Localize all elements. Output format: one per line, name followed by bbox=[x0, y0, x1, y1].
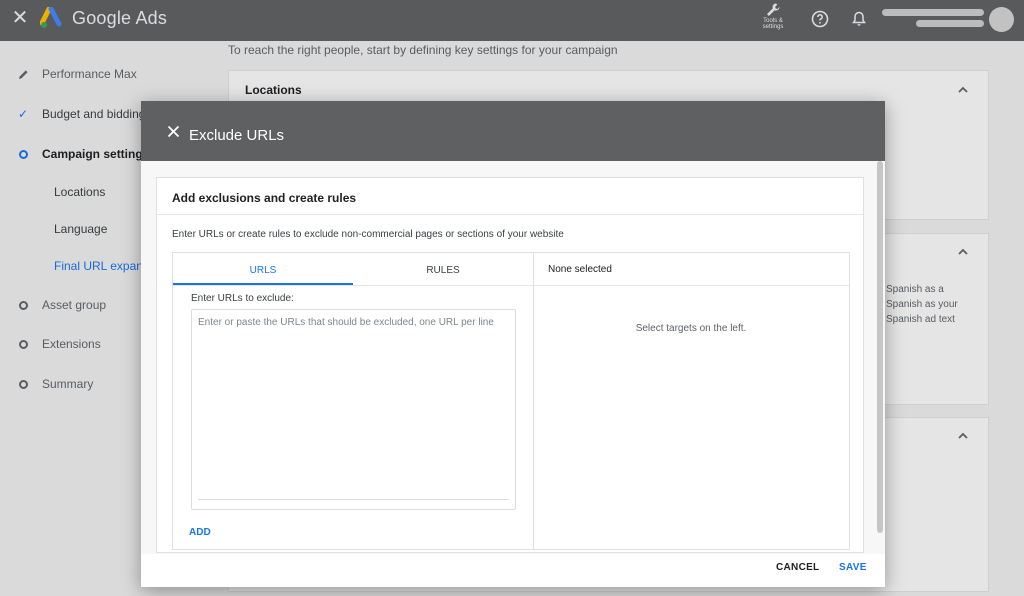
tab-urls[interactable]: URLS bbox=[173, 253, 353, 285]
url-textarea[interactable] bbox=[191, 309, 516, 510]
dialog-title: Exclude URLs bbox=[189, 127, 285, 144]
selection-header: None selected bbox=[548, 264, 612, 275]
tab-rules[interactable]: RULES bbox=[353, 253, 533, 285]
textarea-underline bbox=[198, 499, 509, 500]
dialog-header: Exclude URLs bbox=[141, 101, 885, 161]
url-input-label: Enter URLs to exclude: bbox=[191, 293, 294, 304]
card-title: Add exclusions and create rules bbox=[172, 191, 357, 205]
save-button[interactable]: SAVE bbox=[839, 562, 867, 573]
close-icon[interactable] bbox=[167, 125, 180, 138]
add-button[interactable]: ADD bbox=[189, 527, 211, 538]
dialog-footer: CANCEL SAVE bbox=[141, 554, 885, 587]
cancel-button[interactable]: CANCEL bbox=[776, 562, 819, 573]
exclude-urls-dialog: Exclude URLs Add exclusions and create r… bbox=[141, 101, 885, 587]
exclusions-card: Add exclusions and create rules Enter UR… bbox=[156, 177, 864, 553]
exclusion-panel: URLS RULES None selected Select targets … bbox=[172, 252, 850, 550]
divider bbox=[157, 214, 863, 215]
divider bbox=[533, 253, 534, 549]
divider bbox=[173, 285, 849, 286]
dialog-scrollbar[interactable] bbox=[877, 161, 883, 533]
card-description: Enter URLs or create rules to exclude no… bbox=[172, 229, 564, 240]
selection-empty-message: Select targets on the left. bbox=[635, 323, 747, 334]
